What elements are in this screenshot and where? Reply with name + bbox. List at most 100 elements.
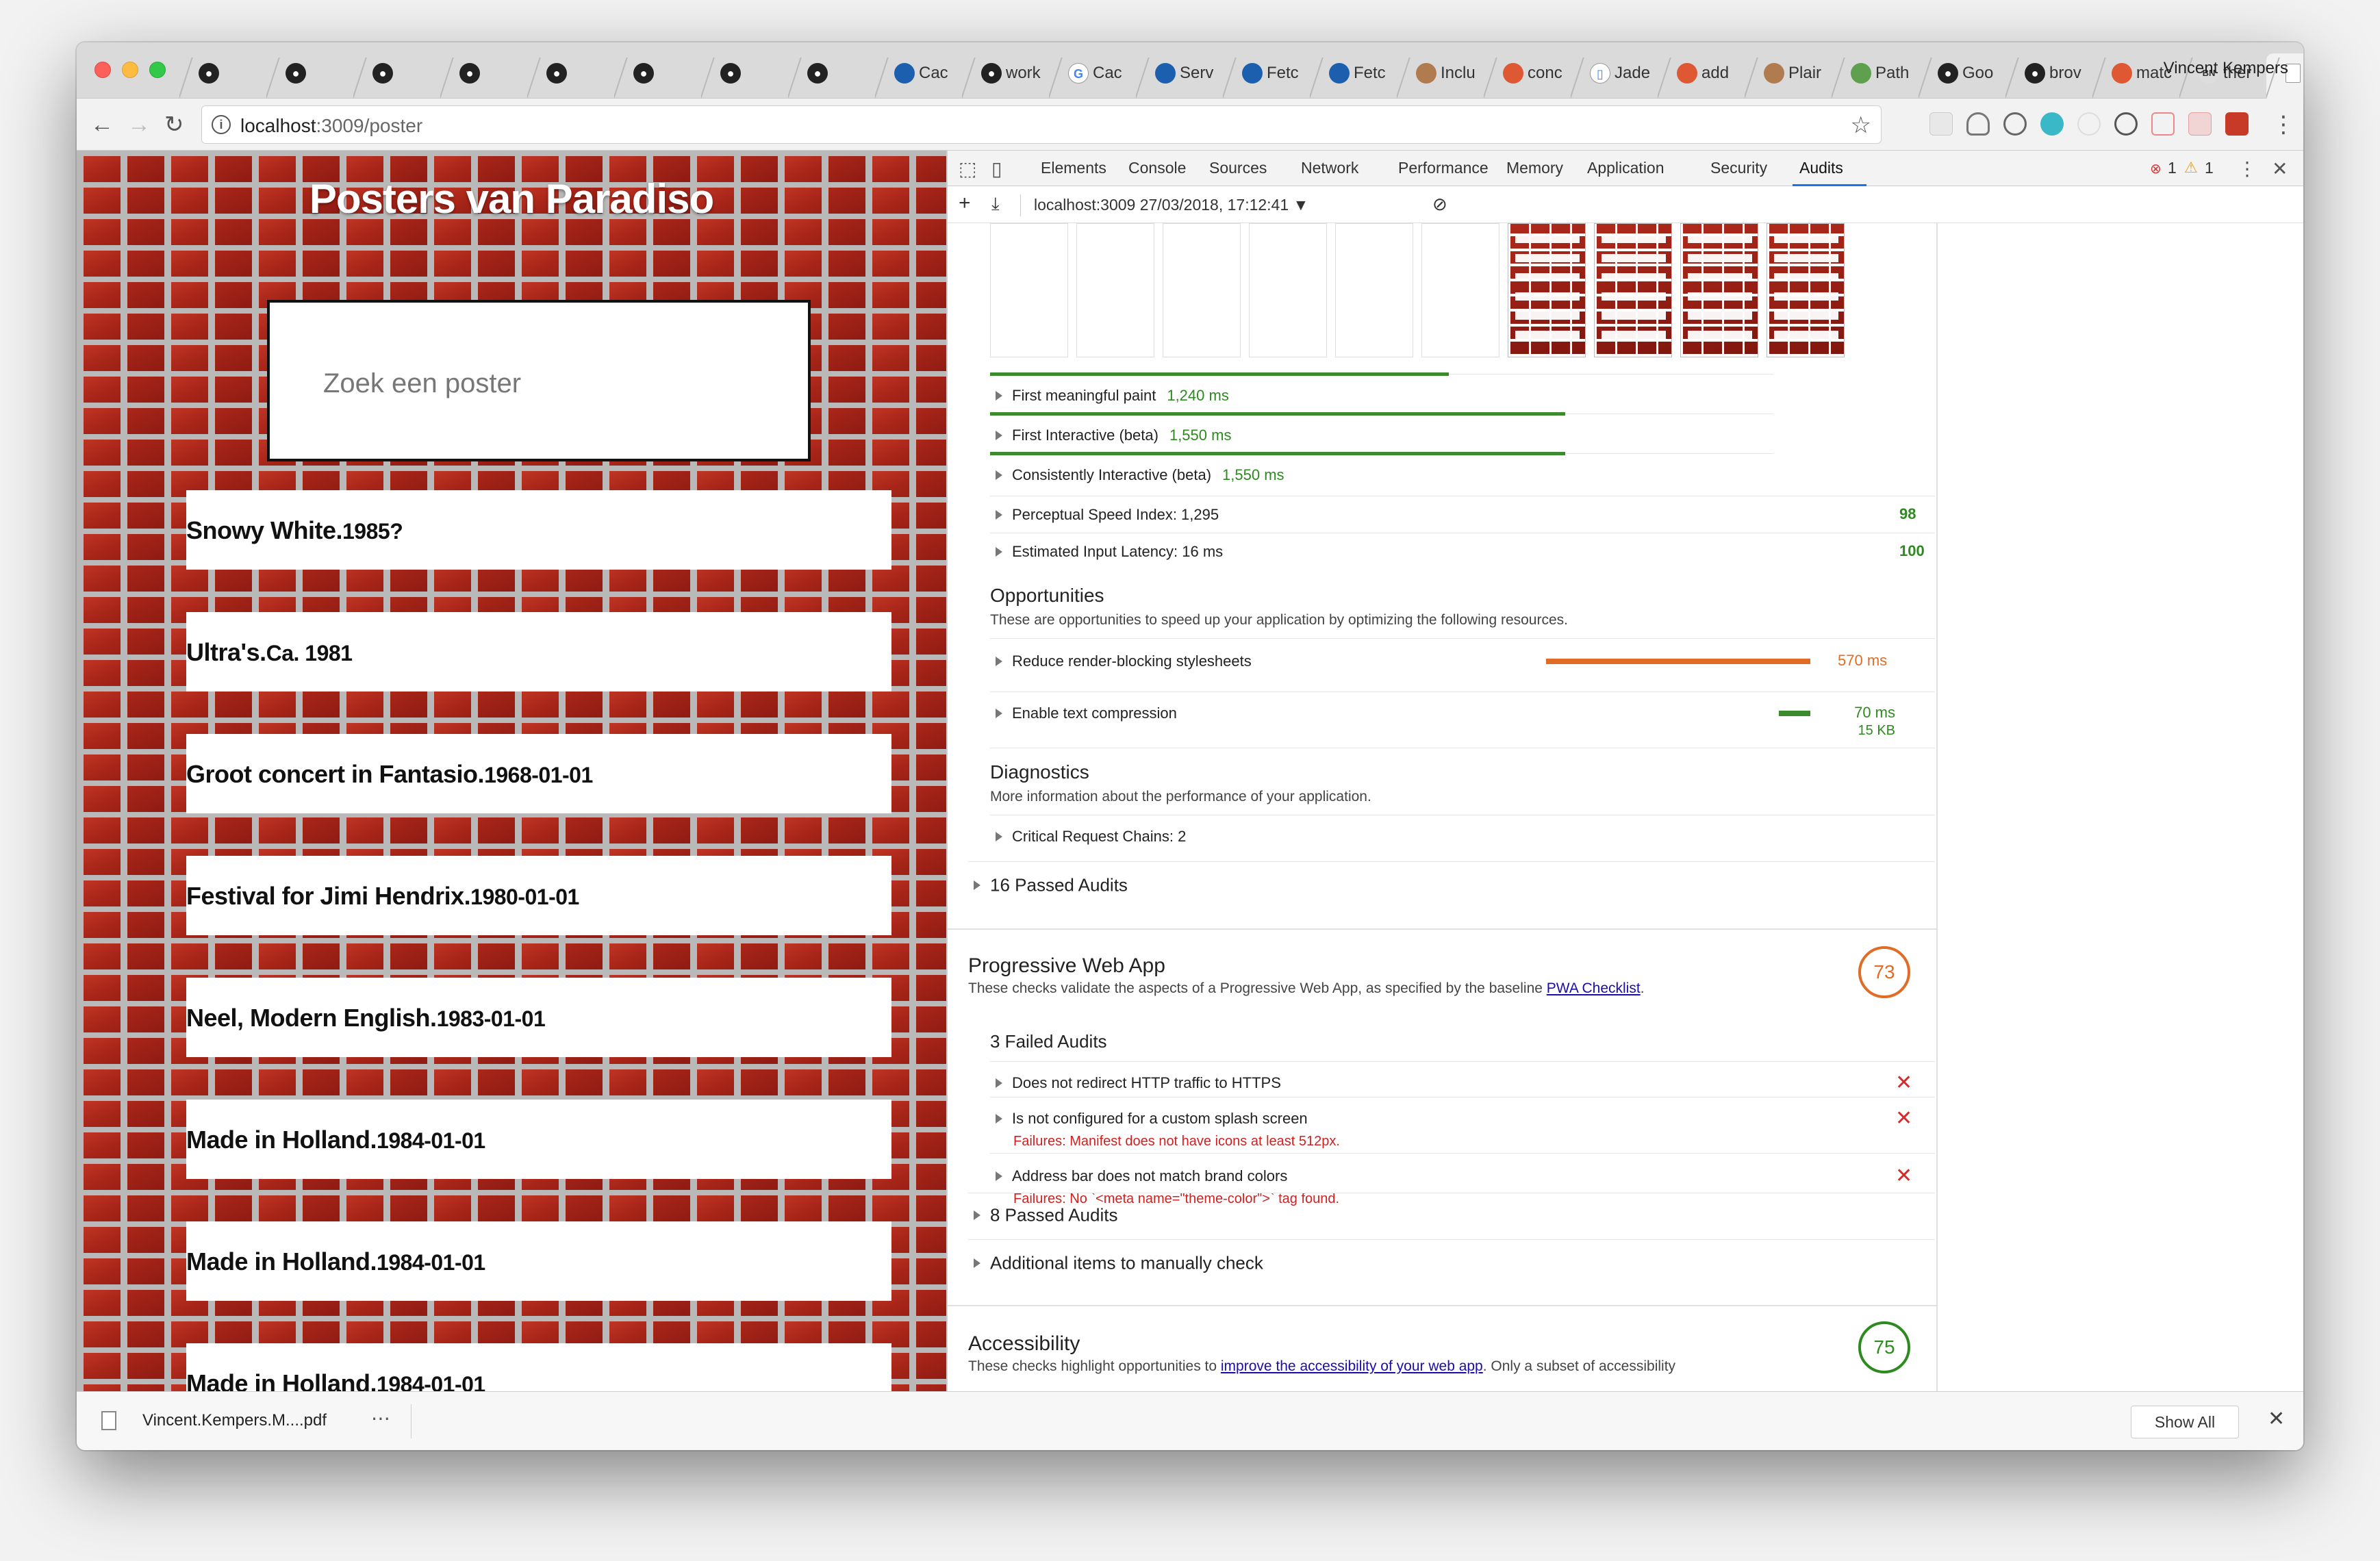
faded-extension-icon[interactable] bbox=[2077, 112, 2101, 136]
close-window-button[interactable] bbox=[94, 62, 111, 78]
metric-row[interactable]: Perceptual Speed Index: 1,295 bbox=[996, 505, 1230, 524]
doc-icon: ▯ bbox=[1590, 63, 1610, 84]
new-audit-icon[interactable]: + bbox=[959, 192, 971, 215]
browser-tab[interactable]: ● bbox=[353, 53, 440, 99]
error-icon[interactable]: ⊗ bbox=[2150, 160, 2162, 177]
browser-tab[interactable]: ● bbox=[527, 53, 614, 99]
poster-list-item[interactable]: Groot concert in Fantasio.1968-01-01 bbox=[186, 734, 891, 813]
devtools-close-icon[interactable]: ✕ bbox=[2272, 157, 2288, 180]
poster-list-item[interactable]: Ultra's.Ca. 1981 bbox=[186, 612, 891, 691]
poster-list-item[interactable]: Made in Holland.1984-01-01 bbox=[186, 1343, 891, 1391]
red-extension-icon[interactable] bbox=[2151, 112, 2175, 136]
service-icon bbox=[1155, 63, 1176, 84]
browser-tab[interactable]: Inclu bbox=[1397, 53, 1484, 99]
device-toggle-icon[interactable]: ▯ bbox=[991, 157, 1002, 180]
failed-audit-row[interactable]: Address bar does not match brand colors bbox=[996, 1167, 1287, 1185]
browser-tab[interactable]: ● Goo bbox=[1919, 53, 2005, 99]
mail-extension-icon[interactable] bbox=[2225, 112, 2249, 136]
error-count[interactable]: 1 bbox=[2168, 159, 2177, 177]
browser-tab[interactable]: conc bbox=[1484, 53, 1571, 99]
devtools-tab-sources[interactable]: Sources bbox=[1209, 159, 1267, 177]
manual-check-row[interactable]: Additional items to manually check bbox=[974, 1252, 1263, 1274]
poster-list-item[interactable]: Made in Holland.1984-01-01 bbox=[186, 1221, 891, 1301]
report-selector[interactable]: localhost:3009 27/03/2018, 17:12:41 ▼ bbox=[1034, 196, 1308, 214]
browser-tab[interactable]: G Cac bbox=[1049, 53, 1136, 99]
devtools-tab-application[interactable]: Application bbox=[1587, 159, 1664, 177]
url-text[interactable]: localhost:3009/poster bbox=[240, 115, 422, 137]
warning-count[interactable]: 1 bbox=[2205, 159, 2214, 177]
devtools-tab-network[interactable]: Network bbox=[1301, 159, 1358, 177]
profile-name[interactable]: Vincent Kempers bbox=[2164, 59, 2288, 78]
browser-tab[interactable]: ● brov bbox=[2005, 53, 2092, 99]
poster-list-item[interactable]: Made in Holland.1984-01-01 bbox=[186, 1100, 891, 1179]
download-report-icon[interactable]: ⤓ bbox=[991, 193, 1000, 215]
browser-tab[interactable]: Fetc bbox=[1223, 53, 1310, 99]
browser-tab[interactable]: ● bbox=[701, 53, 788, 99]
metric-row[interactable]: Estimated Input Latency: 16 ms bbox=[996, 542, 1234, 561]
failed-audit-row[interactable]: Does not redirect HTTP traffic to HTTPS bbox=[996, 1074, 1281, 1092]
github-icon: ● bbox=[546, 63, 567, 84]
browser-tab[interactable]: ● bbox=[266, 53, 353, 99]
show-all-button[interactable]: Show All bbox=[2131, 1406, 2239, 1438]
sync-extension-icon[interactable] bbox=[2003, 112, 2027, 136]
browser-tab[interactable]: Cac bbox=[875, 53, 962, 99]
address-bar[interactable]: i localhost:3009/poster ☆ bbox=[201, 105, 1882, 144]
diagnostic-row[interactable]: Critical Request Chains: 2 bbox=[996, 827, 1186, 846]
devtools-tab-audits[interactable]: Audits bbox=[1799, 159, 1843, 177]
extension-icon[interactable] bbox=[1929, 112, 1953, 136]
opportunity-row[interactable]: Enable text compression bbox=[996, 704, 1177, 722]
info-extension-icon[interactable] bbox=[2114, 112, 2138, 136]
clear-icon[interactable]: ⊘ bbox=[1432, 194, 1447, 215]
duck-icon bbox=[1503, 63, 1523, 84]
passed-audits-pwa[interactable]: 8 Passed Audits bbox=[974, 1204, 1117, 1226]
browser-tab[interactable]: Plair bbox=[1745, 53, 1832, 99]
circle-extension-icon[interactable] bbox=[2040, 112, 2064, 136]
devtools-tab-elements[interactable]: Elements bbox=[1041, 159, 1106, 177]
browser-tab[interactable]: ● bbox=[788, 53, 875, 99]
browser-tab[interactable]: ● bbox=[179, 53, 266, 99]
close-shelf-icon[interactable]: ✕ bbox=[2268, 1407, 2285, 1431]
poster-list-item[interactable]: Snowy White.1985? bbox=[186, 490, 891, 570]
download-filename[interactable]: Vincent.Kempers.M....pdf bbox=[142, 1411, 327, 1430]
browser-tab[interactable]: add bbox=[1658, 53, 1745, 99]
back-icon[interactable]: ← bbox=[90, 111, 114, 138]
info-icon[interactable]: i bbox=[212, 115, 231, 134]
download-more-button[interactable]: ⋯ bbox=[371, 1407, 390, 1430]
metric-row[interactable]: First meaningful paint 1,240 ms bbox=[996, 386, 1229, 405]
browser-tab[interactable]: Path bbox=[1832, 53, 1919, 99]
devtools-tab-console[interactable]: Console bbox=[1128, 159, 1186, 177]
search-input[interactable]: Zoek een poster bbox=[267, 300, 811, 461]
poster-list-item[interactable]: Festival for Jimi Hendrix.1980-01-01 bbox=[186, 856, 891, 935]
opportunity-row[interactable]: Reduce render-blocking stylesheets bbox=[996, 652, 1252, 670]
forward-icon[interactable]: → bbox=[127, 111, 151, 138]
bookmark-star-icon[interactable]: ☆ bbox=[1851, 112, 1871, 139]
devtools-tab-memory[interactable]: Memory bbox=[1506, 159, 1563, 177]
tab-title: Jade bbox=[1615, 64, 1651, 82]
devtools-menu-icon[interactable]: ⋮ bbox=[2238, 157, 2257, 180]
browser-tab[interactable]: ● bbox=[440, 53, 527, 99]
browser-tab[interactable]: Fetc bbox=[1310, 53, 1397, 99]
maximize-window-button[interactable] bbox=[149, 62, 166, 78]
pwa-checklist-link[interactable]: PWA Checklist bbox=[1547, 980, 1641, 996]
a11y-improve-link[interactable]: improve the accessibility of your web ap… bbox=[1221, 1358, 1483, 1374]
menu-kebab-icon[interactable]: ⋮ bbox=[2272, 111, 2295, 138]
browser-tab[interactable]: Serv bbox=[1136, 53, 1223, 99]
poster-list-item[interactable]: Neel, Modern English.1983-01-01 bbox=[186, 978, 891, 1057]
failed-audit-row[interactable]: Is not configured for a custom splash sc… bbox=[996, 1109, 1308, 1128]
devtools-tab-performance[interactable]: Performance bbox=[1398, 159, 1489, 177]
cloud-extension-icon[interactable] bbox=[1966, 112, 1990, 136]
metric-row[interactable]: First Interactive (beta) 1,550 ms bbox=[996, 426, 1231, 444]
filmstrip-frame bbox=[1594, 223, 1672, 357]
browser-tab[interactable]: ● bbox=[614, 53, 701, 99]
grid-extension-icon[interactable] bbox=[2188, 112, 2212, 136]
devtools-tab-security[interactable]: Security bbox=[1710, 159, 1767, 177]
passed-audits-perf[interactable]: 16 Passed Audits bbox=[974, 874, 1128, 896]
browser-tab[interactable]: ● work bbox=[962, 53, 1049, 99]
pdf-file-icon[interactable] bbox=[101, 1411, 116, 1430]
warning-icon[interactable]: ⚠ bbox=[2184, 159, 2198, 177]
reload-icon[interactable]: ↻ bbox=[164, 111, 184, 138]
browser-tab[interactable]: ▯ Jade bbox=[1571, 53, 1658, 99]
metric-row[interactable]: Consistently Interactive (beta) 1,550 ms bbox=[996, 466, 1284, 484]
minimize-window-button[interactable] bbox=[122, 62, 138, 78]
inspect-icon[interactable]: ⬚ bbox=[959, 157, 976, 180]
